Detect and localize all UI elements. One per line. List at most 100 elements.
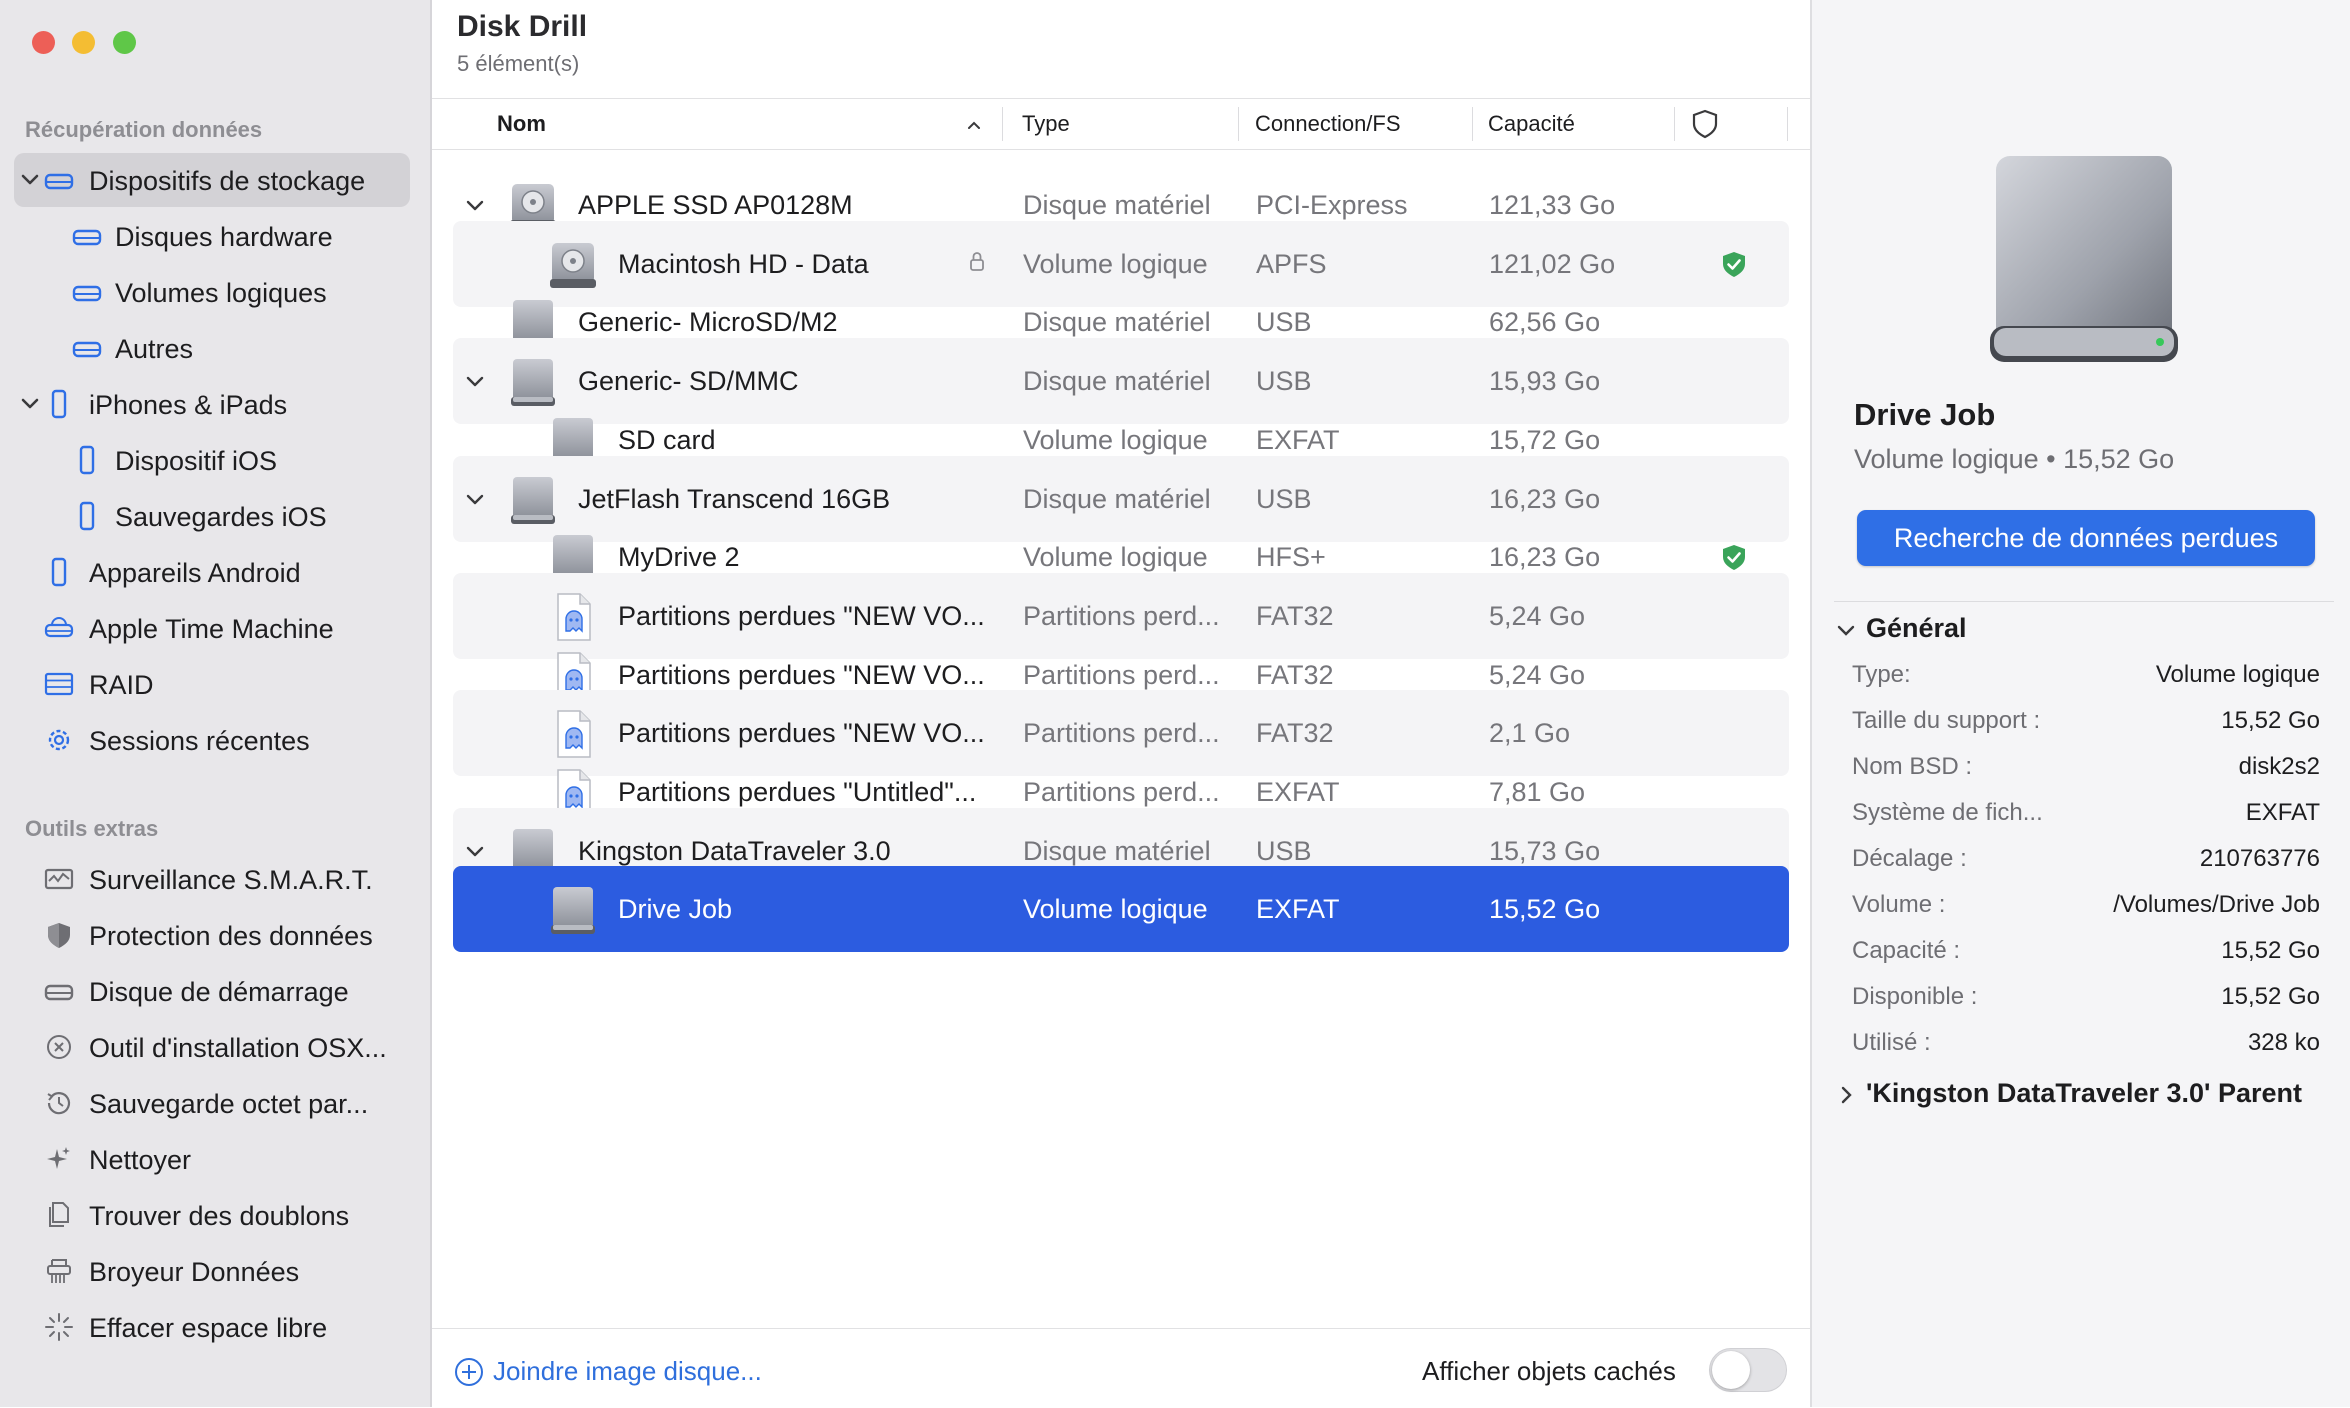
sidebar-item-ios-backups[interactable]: Sauvegardes iOS bbox=[14, 489, 410, 543]
chevron-down-icon[interactable] bbox=[18, 167, 42, 191]
column-header-connection[interactable]: Connection/FS bbox=[1255, 111, 1401, 137]
sidebar-item-label: Dispositifs de stockage bbox=[89, 166, 366, 196]
sidebar-item-hardware-disks[interactable]: Disques hardware bbox=[14, 209, 410, 263]
sidebar-item-duplicates[interactable]: Trouver des doublons bbox=[14, 1188, 410, 1242]
show-hidden-toggle[interactable] bbox=[1709, 1348, 1787, 1392]
sidebar-item-logical-volumes[interactable]: Volumes logiques bbox=[14, 265, 410, 319]
zoom-window-button[interactable] bbox=[113, 31, 136, 54]
parent-section-title[interactable]: 'Kingston DataTraveler 3.0' Parent bbox=[1866, 1078, 2302, 1109]
history-icon bbox=[47, 1092, 71, 1115]
drive-icon bbox=[548, 884, 598, 936]
sidebar-item-smart[interactable]: Surveillance S.M.A.R.T. bbox=[14, 852, 410, 906]
column-header-name[interactable]: Nom bbox=[497, 111, 546, 137]
gear-icon bbox=[48, 729, 70, 751]
sidebar-item-label: Sessions récentes bbox=[89, 726, 310, 756]
row-capacity: 5,24 Go bbox=[1489, 600, 1586, 631]
row-connection: USB bbox=[1256, 835, 1312, 866]
sidebar-item-label: Broyeur Données bbox=[89, 1257, 300, 1287]
sidebar-item-label: Sauvegarde octet par... bbox=[89, 1089, 369, 1119]
row-connection: FAT32 bbox=[1256, 600, 1334, 631]
footer-bar: Joindre image disque... Afficher objets … bbox=[432, 1328, 1810, 1408]
sidebar-item-android[interactable]: Appareils Android bbox=[14, 545, 410, 599]
column-divider bbox=[1238, 107, 1239, 141]
row-capacity: 62,56 Go bbox=[1489, 307, 1601, 338]
drive-icon bbox=[72, 341, 102, 358]
sort-ascending-icon[interactable] bbox=[964, 115, 984, 135]
row-capacity: 121,02 Go bbox=[1489, 248, 1616, 279]
row-type: Volume logique bbox=[1023, 424, 1208, 455]
property-value: 15,52 Go bbox=[2221, 937, 2320, 964]
sidebar-item-data-protection[interactable]: Protection des données bbox=[14, 908, 410, 962]
row-connection: USB bbox=[1256, 307, 1312, 338]
sidebar-item-byte-backup[interactable]: Sauvegarde octet par... bbox=[14, 1076, 410, 1130]
chevron-down-icon[interactable] bbox=[463, 839, 487, 863]
selected-device-subtitle: Volume logique • 15,52 Go bbox=[1854, 444, 2175, 474]
close-window-button[interactable] bbox=[32, 31, 55, 54]
attach-disk-image-link[interactable]: Joindre image disque... bbox=[493, 1356, 762, 1387]
row-name: Generic- MicroSD/M2 bbox=[578, 307, 838, 338]
sidebar-item-shredder[interactable]: Broyeur Données bbox=[14, 1244, 410, 1298]
protected-shield-icon[interactable] bbox=[1720, 543, 1748, 573]
chevron-down-icon[interactable] bbox=[1834, 618, 1858, 642]
sidebar-item-label: RAID bbox=[89, 670, 154, 700]
search-lost-data-button[interactable]: Recherche de données perdues bbox=[1857, 510, 2315, 566]
column-header-type[interactable]: Type bbox=[1022, 111, 1070, 137]
drive-icon bbox=[44, 984, 74, 1001]
sidebar-item-label: Appareils Android bbox=[89, 558, 301, 588]
row-connection: EXFAT bbox=[1256, 424, 1340, 455]
row-type: Partitions perd... bbox=[1023, 659, 1220, 690]
row-connection: HFS+ bbox=[1256, 542, 1326, 573]
sidebar-item-label: Disque de démarrage bbox=[89, 977, 349, 1007]
table-row-selected[interactable]: Drive Job Volume logique EXFAT 15,52 Go bbox=[453, 866, 1789, 953]
sidebar-item-wipe-free-space[interactable]: Effacer espace libre bbox=[14, 1300, 410, 1354]
column-divider bbox=[1674, 107, 1675, 141]
column-header-capacity[interactable]: Capacité bbox=[1488, 111, 1575, 137]
protected-shield-icon[interactable] bbox=[1720, 250, 1748, 280]
sidebar-item-iphones-ipads[interactable]: iPhones & iPads bbox=[14, 377, 410, 431]
sidebar-item-recent-sessions[interactable]: Sessions récentes bbox=[14, 713, 410, 767]
sidebar-item-label: Nettoyer bbox=[89, 1145, 192, 1175]
shredder-icon bbox=[47, 1259, 71, 1283]
sidebar-item-label: Trouver des doublons bbox=[89, 1201, 350, 1231]
row-connection: EXFAT bbox=[1256, 777, 1340, 807]
sidebar-item-boot-disk[interactable]: Disque de démarrage bbox=[14, 964, 410, 1018]
chevron-down-icon[interactable] bbox=[18, 391, 42, 415]
row-type: Disque matériel bbox=[1023, 835, 1211, 866]
row-type: Partitions perd... bbox=[1023, 777, 1220, 807]
chevron-down-icon[interactable] bbox=[463, 193, 487, 217]
row-name: Kingston DataTraveler 3.0 bbox=[578, 835, 891, 866]
protection-column-shield-icon[interactable] bbox=[1690, 108, 1720, 140]
item-count: 5 élément(s) bbox=[457, 51, 580, 76]
burst-icon bbox=[45, 1313, 73, 1341]
row-name: Partitions perdues "NEW VO... bbox=[618, 600, 985, 631]
chevron-down-icon[interactable] bbox=[463, 487, 487, 511]
inspector-panel: Drive Job Volume logique • 15,52 Go Rech… bbox=[1810, 0, 2350, 1407]
sidebar-item-cleaner[interactable]: Nettoyer bbox=[14, 1132, 410, 1186]
toggle-knob bbox=[1712, 1351, 1750, 1389]
row-name: Partitions perdues "Untitled"... bbox=[618, 777, 977, 807]
chevron-down-icon[interactable] bbox=[463, 369, 487, 393]
row-connection: APFS bbox=[1256, 248, 1327, 279]
property-key: Système de fich... bbox=[1852, 799, 2043, 826]
row-capacity: 121,33 Go bbox=[1489, 190, 1616, 220]
sidebar-item-label: Disques hardware bbox=[115, 222, 333, 252]
general-section-title: Général bbox=[1866, 613, 1967, 643]
sidebar-item-label: Effacer espace libre bbox=[89, 1313, 328, 1343]
property-key: Volume : bbox=[1852, 891, 1946, 918]
property-value: /Volumes/Drive Job bbox=[2113, 891, 2320, 918]
add-circle-icon[interactable] bbox=[453, 1356, 485, 1388]
row-capacity: 15,72 Go bbox=[1489, 424, 1601, 455]
sidebar-item-time-machine[interactable]: Apple Time Machine bbox=[14, 601, 410, 655]
minimize-window-button[interactable] bbox=[72, 31, 95, 54]
row-connection: FAT32 bbox=[1256, 718, 1334, 749]
chevron-right-icon[interactable] bbox=[1834, 1083, 1858, 1107]
sidebar-item-osx-installer[interactable]: Outil d'installation OSX... bbox=[14, 1020, 410, 1074]
sidebar-item-ios-device[interactable]: Dispositif iOS bbox=[14, 433, 410, 487]
sidebar-item-others[interactable]: Autres bbox=[14, 321, 410, 375]
row-type: Partitions perd... bbox=[1023, 600, 1220, 631]
section-title-recovery: Récupération données bbox=[25, 117, 263, 142]
sidebar-item-raid[interactable]: RAID bbox=[14, 657, 410, 711]
section-divider bbox=[1834, 601, 2334, 602]
property-value: disk2s2 bbox=[2238, 753, 2320, 780]
sidebar-item-storage-devices[interactable]: Dispositifs de stockage bbox=[14, 153, 410, 207]
